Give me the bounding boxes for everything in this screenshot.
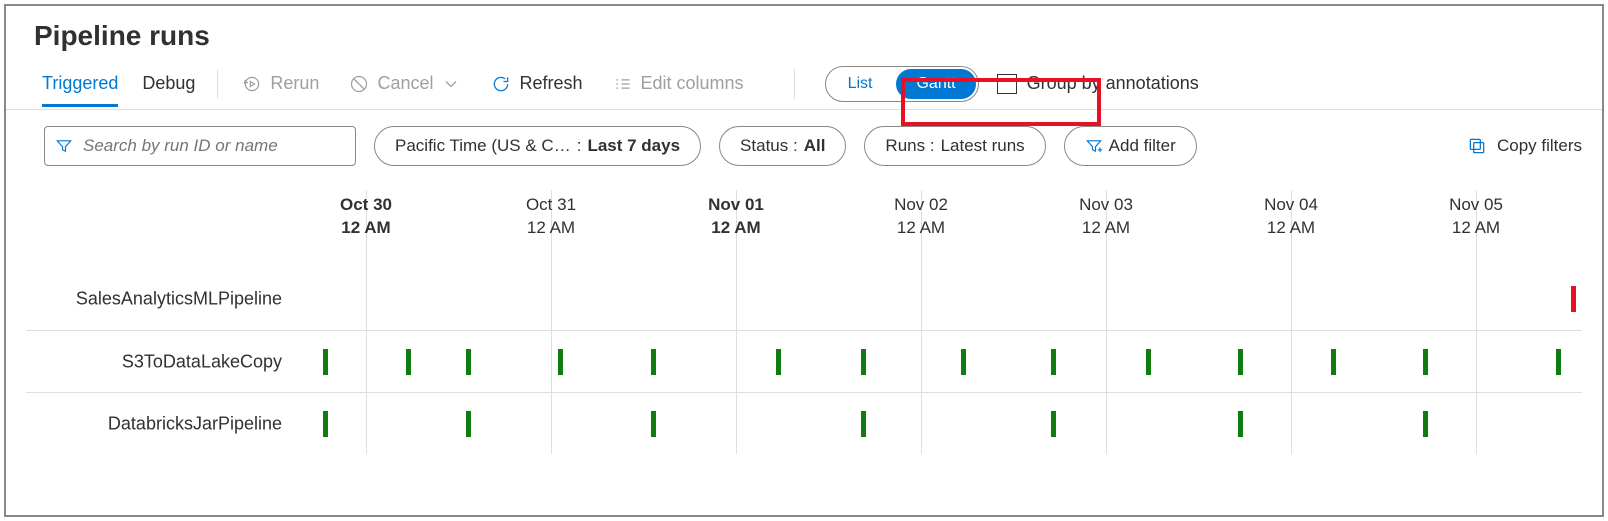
- runs-filter[interactable]: Runs : Latest runs: [864, 126, 1045, 166]
- filter-icon: [55, 137, 73, 155]
- run-marker[interactable]: [961, 349, 966, 375]
- run-marker[interactable]: [861, 349, 866, 375]
- run-marker[interactable]: [861, 411, 866, 437]
- runs-prefix: Runs :: [885, 136, 934, 156]
- add-filter-icon: [1085, 137, 1103, 155]
- run-marker[interactable]: [776, 349, 781, 375]
- run-marker[interactable]: [466, 349, 471, 375]
- gantt-row: SalesAnalyticsMLPipeline: [26, 268, 1582, 330]
- run-marker[interactable]: [1423, 411, 1428, 437]
- run-marker[interactable]: [466, 411, 471, 437]
- tabs: Triggered Debug: [42, 61, 195, 107]
- chevron-down-icon: [441, 74, 461, 94]
- copy-icon: [1467, 136, 1487, 156]
- refresh-label: Refresh: [519, 73, 582, 94]
- refresh-icon: [491, 74, 511, 94]
- page-title: Pipeline runs: [6, 6, 1602, 58]
- add-filter-button[interactable]: Add filter: [1064, 126, 1197, 166]
- run-marker[interactable]: [1556, 349, 1561, 375]
- run-marker[interactable]: [651, 411, 656, 437]
- pipeline-label[interactable]: DatabricksJarPipeline: [26, 413, 294, 434]
- add-filter-label: Add filter: [1109, 136, 1176, 156]
- status-value: All: [804, 136, 826, 156]
- copy-filters-label: Copy filters: [1497, 136, 1582, 156]
- gantt-chart: Oct 3012 AM Oct 3112 AM Nov 0112 AM Nov 021…: [26, 190, 1602, 490]
- group-by-annotations[interactable]: Group by annotations: [997, 73, 1199, 94]
- refresh-button[interactable]: Refresh: [489, 69, 584, 98]
- checkbox-icon: [997, 74, 1017, 94]
- tab-debug[interactable]: Debug: [142, 61, 195, 107]
- pipeline-label[interactable]: S3ToDataLakeCopy: [26, 351, 294, 372]
- tab-triggered[interactable]: Triggered: [42, 61, 118, 107]
- timeline-label: Oct 3112 AM: [526, 194, 576, 240]
- edit-columns-label: Edit columns: [641, 73, 744, 94]
- rerun-button: Rerun: [240, 69, 321, 98]
- gantt-row: DatabricksJarPipeline: [26, 392, 1582, 454]
- list-view-button[interactable]: List: [826, 67, 895, 101]
- tz-prefix: Pacific Time (US & C…: [395, 136, 571, 156]
- tz-value: Last 7 days: [587, 136, 680, 156]
- search-box[interactable]: [44, 126, 356, 166]
- timeline-label: Oct 3012 AM: [340, 194, 392, 240]
- search-input[interactable]: [83, 136, 345, 156]
- run-marker[interactable]: [1146, 349, 1151, 375]
- timeline-label: Nov 0412 AM: [1264, 194, 1318, 240]
- gantt-view-button[interactable]: Gantt: [896, 69, 975, 99]
- cancel-label: Cancel: [377, 73, 433, 94]
- run-marker[interactable]: [1571, 286, 1576, 312]
- rerun-label: Rerun: [270, 73, 319, 94]
- gantt-rows: SalesAnalyticsMLPipeline S3ToDataLakeCopy…: [26, 268, 1582, 454]
- time-header: Oct 3012 AM Oct 3112 AM Nov 0112 AM Nov 021…: [306, 190, 1582, 268]
- rerun-icon: [242, 74, 262, 94]
- view-mode-toggle: List Gantt: [825, 66, 979, 102]
- toolbar-separator: [217, 69, 218, 99]
- time-range-filter[interactable]: Pacific Time (US & C… : Last 7 days: [374, 126, 701, 166]
- run-marker[interactable]: [1238, 411, 1243, 437]
- filter-row: Pacific Time (US & C… : Last 7 days Stat…: [6, 110, 1602, 176]
- timeline-label: Nov 0512 AM: [1449, 194, 1503, 240]
- edit-columns-button: Edit columns: [611, 69, 746, 98]
- cancel-button: Cancel: [347, 69, 463, 98]
- run-marker[interactable]: [1423, 349, 1428, 375]
- window-frame: Pipeline runs Triggered Debug Rerun Canc…: [4, 4, 1604, 517]
- run-marker[interactable]: [1331, 349, 1336, 375]
- tz-sep: :: [577, 136, 582, 156]
- status-filter[interactable]: Status : All: [719, 126, 846, 166]
- toolbar: Triggered Debug Rerun Cancel Refresh Edi…: [6, 58, 1602, 110]
- run-marker[interactable]: [1051, 411, 1056, 437]
- run-marker[interactable]: [323, 411, 328, 437]
- gantt-row: S3ToDataLakeCopy: [26, 330, 1582, 392]
- runs-value: Latest runs: [941, 136, 1025, 156]
- timeline-label: Nov 0112 AM: [708, 194, 764, 240]
- run-marker[interactable]: [323, 349, 328, 375]
- status-prefix: Status :: [740, 136, 798, 156]
- toolbar-separator-2: [794, 69, 795, 99]
- group-by-label: Group by annotations: [1027, 73, 1199, 94]
- timeline-label: Nov 0212 AM: [894, 194, 948, 240]
- copy-filters-button[interactable]: Copy filters: [1467, 136, 1582, 156]
- pipeline-label[interactable]: SalesAnalyticsMLPipeline: [26, 289, 294, 310]
- run-marker[interactable]: [558, 349, 563, 375]
- run-marker[interactable]: [1051, 349, 1056, 375]
- run-marker[interactable]: [406, 349, 411, 375]
- run-marker[interactable]: [1238, 349, 1243, 375]
- cancel-icon: [349, 74, 369, 94]
- run-marker[interactable]: [651, 349, 656, 375]
- columns-icon: [613, 74, 633, 94]
- timeline-label: Nov 0312 AM: [1079, 194, 1133, 240]
